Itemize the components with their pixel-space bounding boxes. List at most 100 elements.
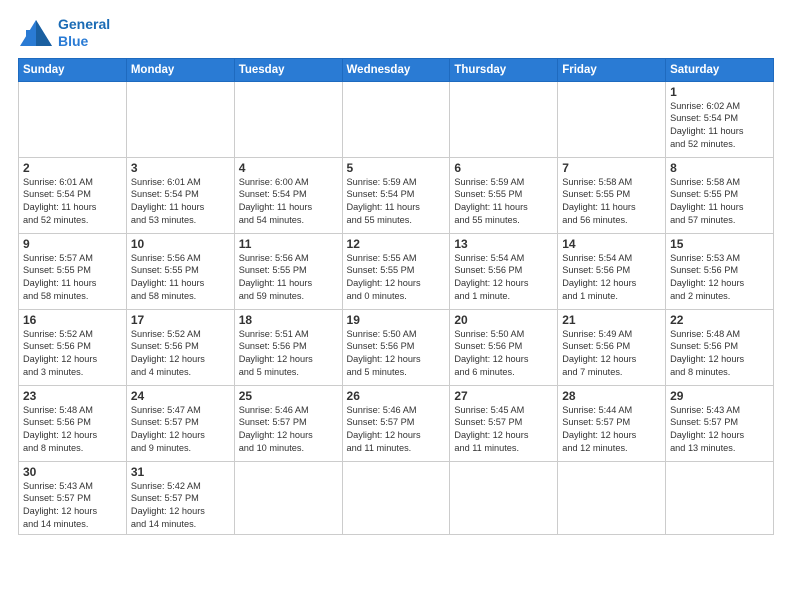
day-number: 30 [23,465,122,479]
day-info: Sunrise: 5:58 AM Sunset: 5:55 PM Dayligh… [562,176,661,228]
day-info: Sunrise: 5:54 AM Sunset: 5:56 PM Dayligh… [562,252,661,304]
calendar-cell: 1Sunrise: 6:02 AM Sunset: 5:54 PM Daylig… [666,81,774,157]
day-info: Sunrise: 5:51 AM Sunset: 5:56 PM Dayligh… [239,328,338,380]
calendar-cell: 9Sunrise: 5:57 AM Sunset: 5:55 PM Daylig… [19,233,127,309]
calendar-cell: 14Sunrise: 5:54 AM Sunset: 5:56 PM Dayli… [558,233,666,309]
day-number: 14 [562,237,661,251]
calendar-cell: 3Sunrise: 6:01 AM Sunset: 5:54 PM Daylig… [126,157,234,233]
day-number: 9 [23,237,122,251]
weekday-header-monday: Monday [126,58,234,81]
day-number: 20 [454,313,553,327]
calendar-cell: 8Sunrise: 5:58 AM Sunset: 5:55 PM Daylig… [666,157,774,233]
calendar-cell: 28Sunrise: 5:44 AM Sunset: 5:57 PM Dayli… [558,385,666,461]
calendar-cell [234,461,342,535]
calendar-cell: 7Sunrise: 5:58 AM Sunset: 5:55 PM Daylig… [558,157,666,233]
weekday-header-friday: Friday [558,58,666,81]
calendar-cell: 10Sunrise: 5:56 AM Sunset: 5:55 PM Dayli… [126,233,234,309]
calendar-cell: 26Sunrise: 5:46 AM Sunset: 5:57 PM Dayli… [342,385,450,461]
day-number: 13 [454,237,553,251]
calendar-week-5: 23Sunrise: 5:48 AM Sunset: 5:56 PM Dayli… [19,385,774,461]
weekday-header-wednesday: Wednesday [342,58,450,81]
calendar-cell: 13Sunrise: 5:54 AM Sunset: 5:56 PM Dayli… [450,233,558,309]
weekday-header-thursday: Thursday [450,58,558,81]
day-info: Sunrise: 5:54 AM Sunset: 5:56 PM Dayligh… [454,252,553,304]
day-info: Sunrise: 5:44 AM Sunset: 5:57 PM Dayligh… [562,404,661,456]
day-info: Sunrise: 5:43 AM Sunset: 5:57 PM Dayligh… [23,480,122,532]
calendar-cell: 22Sunrise: 5:48 AM Sunset: 5:56 PM Dayli… [666,309,774,385]
day-number: 6 [454,161,553,175]
day-number: 3 [131,161,230,175]
logo: General Blue [18,16,110,50]
day-info: Sunrise: 5:48 AM Sunset: 5:56 PM Dayligh… [23,404,122,456]
calendar-cell: 21Sunrise: 5:49 AM Sunset: 5:56 PM Dayli… [558,309,666,385]
day-number: 4 [239,161,338,175]
day-number: 21 [562,313,661,327]
day-info: Sunrise: 5:56 AM Sunset: 5:55 PM Dayligh… [239,252,338,304]
day-number: 17 [131,313,230,327]
day-number: 26 [347,389,446,403]
weekday-header-sunday: Sunday [19,58,127,81]
day-info: Sunrise: 5:55 AM Sunset: 5:55 PM Dayligh… [347,252,446,304]
logo-icon [18,18,54,48]
day-number: 1 [670,85,769,99]
calendar-cell: 5Sunrise: 5:59 AM Sunset: 5:54 PM Daylig… [342,157,450,233]
day-info: Sunrise: 6:02 AM Sunset: 5:54 PM Dayligh… [670,100,769,152]
calendar-week-2: 2Sunrise: 6:01 AM Sunset: 5:54 PM Daylig… [19,157,774,233]
calendar-cell [342,461,450,535]
day-number: 23 [23,389,122,403]
weekday-header-tuesday: Tuesday [234,58,342,81]
day-number: 7 [562,161,661,175]
calendar-cell [342,81,450,157]
calendar-cell: 23Sunrise: 5:48 AM Sunset: 5:56 PM Dayli… [19,385,127,461]
day-info: Sunrise: 5:52 AM Sunset: 5:56 PM Dayligh… [131,328,230,380]
day-number: 19 [347,313,446,327]
calendar-cell [19,81,127,157]
day-info: Sunrise: 5:45 AM Sunset: 5:57 PM Dayligh… [454,404,553,456]
calendar-cell: 30Sunrise: 5:43 AM Sunset: 5:57 PM Dayli… [19,461,127,535]
calendar-cell: 6Sunrise: 5:59 AM Sunset: 5:55 PM Daylig… [450,157,558,233]
calendar-cell [450,81,558,157]
calendar-cell: 31Sunrise: 5:42 AM Sunset: 5:57 PM Dayli… [126,461,234,535]
day-info: Sunrise: 5:46 AM Sunset: 5:57 PM Dayligh… [239,404,338,456]
day-info: Sunrise: 6:01 AM Sunset: 5:54 PM Dayligh… [131,176,230,228]
calendar-table: SundayMondayTuesdayWednesdayThursdayFrid… [18,58,774,536]
calendar-cell [666,461,774,535]
day-number: 29 [670,389,769,403]
calendar-cell [558,461,666,535]
calendar-cell: 19Sunrise: 5:50 AM Sunset: 5:56 PM Dayli… [342,309,450,385]
day-info: Sunrise: 5:59 AM Sunset: 5:54 PM Dayligh… [347,176,446,228]
day-info: Sunrise: 5:42 AM Sunset: 5:57 PM Dayligh… [131,480,230,532]
day-info: Sunrise: 6:00 AM Sunset: 5:54 PM Dayligh… [239,176,338,228]
day-number: 8 [670,161,769,175]
calendar-cell [450,461,558,535]
calendar-week-1: 1Sunrise: 6:02 AM Sunset: 5:54 PM Daylig… [19,81,774,157]
calendar-cell: 2Sunrise: 6:01 AM Sunset: 5:54 PM Daylig… [19,157,127,233]
calendar-cell [126,81,234,157]
calendar-cell: 20Sunrise: 5:50 AM Sunset: 5:56 PM Dayli… [450,309,558,385]
day-info: Sunrise: 5:47 AM Sunset: 5:57 PM Dayligh… [131,404,230,456]
calendar-cell: 16Sunrise: 5:52 AM Sunset: 5:56 PM Dayli… [19,309,127,385]
calendar-cell: 17Sunrise: 5:52 AM Sunset: 5:56 PM Dayli… [126,309,234,385]
calendar-cell: 24Sunrise: 5:47 AM Sunset: 5:57 PM Dayli… [126,385,234,461]
day-number: 22 [670,313,769,327]
calendar-cell: 29Sunrise: 5:43 AM Sunset: 5:57 PM Dayli… [666,385,774,461]
day-number: 31 [131,465,230,479]
day-number: 11 [239,237,338,251]
day-number: 15 [670,237,769,251]
day-info: Sunrise: 5:56 AM Sunset: 5:55 PM Dayligh… [131,252,230,304]
day-info: Sunrise: 5:49 AM Sunset: 5:56 PM Dayligh… [562,328,661,380]
day-number: 5 [347,161,446,175]
day-number: 2 [23,161,122,175]
weekday-header-saturday: Saturday [666,58,774,81]
day-info: Sunrise: 5:50 AM Sunset: 5:56 PM Dayligh… [454,328,553,380]
day-info: Sunrise: 6:01 AM Sunset: 5:54 PM Dayligh… [23,176,122,228]
day-info: Sunrise: 5:57 AM Sunset: 5:55 PM Dayligh… [23,252,122,304]
calendar-week-4: 16Sunrise: 5:52 AM Sunset: 5:56 PM Dayli… [19,309,774,385]
day-info: Sunrise: 5:59 AM Sunset: 5:55 PM Dayligh… [454,176,553,228]
day-number: 24 [131,389,230,403]
day-number: 18 [239,313,338,327]
logo-text: General Blue [58,16,110,50]
day-number: 27 [454,389,553,403]
day-info: Sunrise: 5:43 AM Sunset: 5:57 PM Dayligh… [670,404,769,456]
day-number: 28 [562,389,661,403]
